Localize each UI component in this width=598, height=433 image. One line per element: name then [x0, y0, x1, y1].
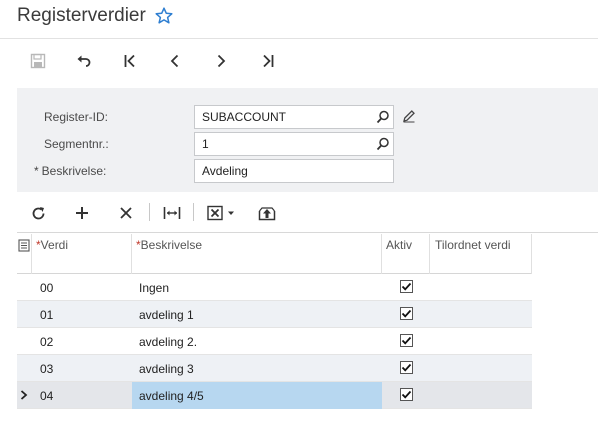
- upload-button[interactable]: [257, 202, 277, 224]
- page-title: Registerverdier: [17, 5, 146, 26]
- cell-assigned[interactable]: [430, 328, 532, 355]
- table-row[interactable]: 00 Ingen: [17, 274, 532, 301]
- fit-columns-button[interactable]: [162, 202, 182, 224]
- checkbox-checked-icon[interactable]: [400, 280, 413, 293]
- row-indicator-icon: [20, 390, 28, 400]
- pencil-icon[interactable]: [402, 109, 416, 123]
- undo-icon: [77, 55, 91, 67]
- table-row[interactable]: 03 avdeling 3: [17, 355, 532, 382]
- cell-value[interactable]: 04: [33, 382, 132, 409]
- checkbox-checked-icon[interactable]: [400, 388, 413, 401]
- plus-icon: [76, 207, 88, 219]
- add-row-button[interactable]: [73, 202, 91, 224]
- cell-value[interactable]: 01: [33, 301, 132, 328]
- excel-export-icon: [207, 205, 234, 221]
- star-outline-icon[interactable]: [154, 6, 174, 26]
- table-row[interactable]: 04 avdeling 4/5: [17, 382, 532, 409]
- last-record-icon: [263, 54, 274, 68]
- required-mark: *: [34, 164, 39, 178]
- column-header-description[interactable]: *Beskrivelse: [132, 234, 382, 274]
- table-row[interactable]: 02 avdeling 2.: [17, 328, 532, 355]
- grid-header: *Verdi *Beskrivelse Aktiv Tilordnet verd…: [17, 234, 532, 274]
- checkbox-checked-icon[interactable]: [400, 307, 413, 320]
- previous-record-button[interactable]: [163, 50, 187, 72]
- cell-value[interactable]: 02: [33, 328, 132, 355]
- fit-columns-icon: [163, 207, 181, 219]
- cell-assigned[interactable]: [430, 301, 532, 328]
- first-record-button[interactable]: [118, 50, 142, 72]
- column-header-assigned[interactable]: Tilordnet verdi: [430, 234, 532, 274]
- segment-field[interactable]: 1: [194, 132, 394, 156]
- undo-button[interactable]: [72, 50, 96, 72]
- first-record-icon: [124, 54, 135, 68]
- cell-assigned[interactable]: [430, 274, 532, 301]
- toolbar-separator: [193, 203, 194, 221]
- upload-icon: [258, 207, 276, 221]
- register-id-label: Register-ID:: [44, 110, 109, 124]
- register-id-field[interactable]: SUBACCOUNT: [194, 105, 394, 129]
- column-settings-icon: [18, 239, 30, 252]
- last-record-button[interactable]: [256, 50, 280, 72]
- record-toolbar: [0, 40, 598, 84]
- cell-description[interactable]: Ingen: [132, 274, 382, 301]
- excel-export-button[interactable]: [206, 202, 240, 224]
- magnifier-icon[interactable]: [376, 137, 390, 151]
- cell-value[interactable]: 03: [33, 355, 132, 382]
- cell-assigned[interactable]: [430, 355, 532, 382]
- x-icon: [120, 207, 132, 219]
- cell-description[interactable]: avdeling 1: [132, 301, 382, 328]
- delete-row-button[interactable]: [117, 202, 135, 224]
- checkbox-checked-icon[interactable]: [400, 334, 413, 347]
- column-header-value-label: Verdi: [40, 238, 69, 252]
- grid-toolbar: [17, 192, 598, 233]
- magnifier-icon[interactable]: [376, 110, 390, 124]
- checkbox-checked-icon[interactable]: [400, 361, 413, 374]
- save-icon: [30, 53, 46, 69]
- next-record-icon: [217, 54, 226, 68]
- table-row[interactable]: 01 avdeling 1: [17, 301, 532, 328]
- description-field[interactable]: Avdeling: [194, 159, 394, 183]
- cell-description[interactable]: avdeling 4/5: [132, 382, 382, 409]
- header-form: Register-ID: SUBACCOUNT Segmentnr.: 1 * B…: [17, 88, 598, 192]
- column-chooser[interactable]: [17, 234, 32, 274]
- next-record-button[interactable]: [209, 50, 233, 72]
- cell-value[interactable]: 00: [33, 274, 132, 301]
- previous-record-icon: [170, 54, 179, 68]
- toolbar-separator: [149, 203, 150, 221]
- title-bar: Registerverdier: [0, 0, 598, 39]
- segment-label: Segmentnr.:: [44, 137, 109, 151]
- segment-value: 1: [202, 137, 209, 151]
- cell-description[interactable]: avdeling 3: [132, 355, 382, 382]
- refresh-button[interactable]: [29, 202, 47, 224]
- column-header-active[interactable]: Aktiv: [382, 234, 430, 274]
- refresh-icon: [32, 206, 44, 219]
- description-label-text: Beskrivelse:: [41, 164, 107, 178]
- description-value: Avdeling: [202, 164, 248, 178]
- description-label: * Beskrivelse:: [34, 164, 106, 178]
- cell-description[interactable]: avdeling 2.: [132, 328, 382, 355]
- cell-assigned[interactable]: [430, 382, 532, 409]
- column-header-value[interactable]: *Verdi: [32, 234, 132, 274]
- register-id-value: SUBACCOUNT: [202, 110, 287, 124]
- column-header-description-label: Beskrivelse: [140, 238, 203, 252]
- save-button[interactable]: [26, 50, 50, 72]
